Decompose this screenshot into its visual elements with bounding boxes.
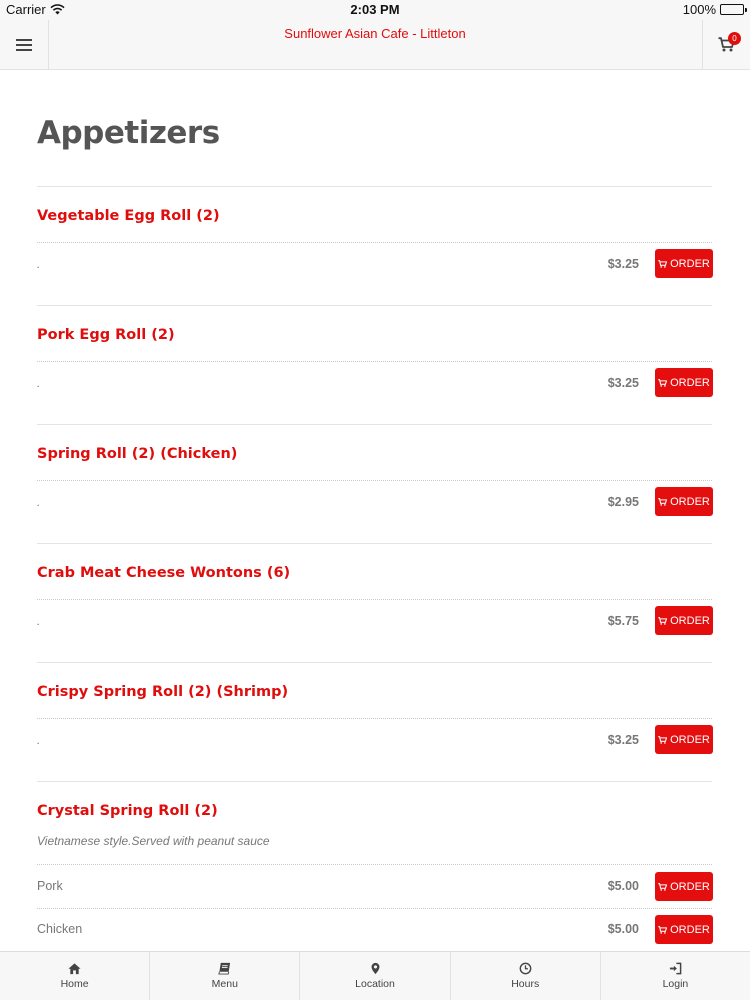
- item-name: Pork Egg Roll (2): [37, 327, 175, 343]
- nav-home-label: Home: [60, 978, 89, 990]
- cart-count-badge: 0: [728, 32, 741, 45]
- item-name: Crispy Spring Roll (2) (Shrimp): [37, 684, 289, 700]
- item-price: $3.25: [607, 257, 639, 271]
- nav-hours[interactable]: Hours: [451, 952, 601, 1000]
- nav-menu-label: Menu: [211, 978, 238, 990]
- divider: [37, 424, 712, 425]
- sign-in-icon: [669, 962, 682, 975]
- cart-button[interactable]: 0: [702, 20, 750, 69]
- home-icon: [68, 963, 81, 975]
- divider: [37, 781, 712, 782]
- order-label: ORDER: [670, 495, 710, 508]
- divider: [37, 186, 712, 187]
- item-description: .: [37, 733, 41, 747]
- option-label: Chicken: [37, 922, 83, 936]
- item-description: .: [37, 376, 41, 390]
- item-price: $2.95: [607, 495, 639, 509]
- item-description: .: [37, 257, 41, 271]
- divider: [37, 662, 712, 663]
- item-price: $3.25: [607, 376, 639, 390]
- menu-content: Appetizers Vegetable Egg Roll (2) . $3.2…: [0, 71, 750, 951]
- cart-icon: [658, 616, 668, 625]
- order-label: ORDER: [670, 257, 710, 270]
- divider: [37, 543, 712, 544]
- divider: [37, 908, 712, 909]
- item-name: Crystal Spring Roll (2): [37, 803, 218, 819]
- book-icon: [218, 962, 231, 975]
- cart-icon: [658, 925, 668, 934]
- cart-icon: [658, 259, 668, 268]
- order-button[interactable]: ORDER: [655, 487, 713, 516]
- hamburger-menu-button[interactable]: [0, 20, 49, 69]
- nav-login-label: Login: [662, 978, 689, 990]
- map-marker-icon: [371, 962, 379, 975]
- nav-login[interactable]: Login: [601, 952, 750, 1000]
- order-button[interactable]: ORDER: [655, 915, 713, 944]
- order-button[interactable]: ORDER: [655, 872, 713, 901]
- app-title: Sunflower Asian Cafe - Littleton: [284, 26, 466, 41]
- item-name: Vegetable Egg Roll (2): [37, 208, 220, 224]
- section-title: Appetizers: [37, 115, 220, 151]
- option-label: Pork: [37, 879, 63, 893]
- cart-icon: [658, 735, 668, 744]
- order-button[interactable]: ORDER: [655, 725, 713, 754]
- divider: [37, 361, 712, 362]
- item-description: .: [37, 495, 41, 509]
- divider: [37, 718, 712, 719]
- order-button[interactable]: ORDER: [655, 249, 713, 278]
- order-label: ORDER: [670, 923, 710, 936]
- order-button[interactable]: ORDER: [655, 606, 713, 635]
- clock: 2:03 PM: [350, 2, 400, 17]
- option-price: $5.00: [607, 879, 639, 893]
- order-label: ORDER: [670, 880, 710, 893]
- item-description: .: [37, 614, 41, 628]
- nav-location[interactable]: Location: [300, 952, 451, 1000]
- order-label: ORDER: [670, 614, 710, 627]
- item-name: Spring Roll (2) (Chicken): [37, 446, 238, 462]
- nav-home[interactable]: Home: [0, 952, 151, 1000]
- divider: [37, 480, 712, 481]
- divider: [37, 864, 712, 865]
- item-name: Crab Meat Cheese Wontons (6): [37, 565, 291, 581]
- hamburger-icon: [16, 36, 32, 54]
- order-label: ORDER: [670, 376, 710, 389]
- app-header: Sunflower Asian Cafe - Littleton 0: [0, 20, 750, 70]
- divider: [37, 599, 712, 600]
- option-price: $5.00: [607, 922, 639, 936]
- nav-menu[interactable]: Menu: [150, 952, 301, 1000]
- battery-percent: 100%: [682, 2, 716, 17]
- cart-icon: [658, 882, 668, 891]
- nav-location-label: Location: [355, 978, 395, 990]
- item-price: $5.75: [607, 614, 639, 628]
- divider: [37, 242, 712, 243]
- cart-icon: [658, 497, 668, 506]
- cart-icon: [658, 378, 668, 387]
- bottom-nav: Home Menu Location Hours Login: [0, 951, 750, 1000]
- battery-icon: [720, 4, 747, 15]
- divider: [37, 305, 712, 306]
- status-bar: Carrier 2:03 PM 100%: [0, 0, 750, 20]
- item-price: $3.25: [607, 733, 639, 747]
- nav-hours-label: Hours: [511, 978, 540, 990]
- order-button[interactable]: ORDER: [655, 368, 713, 397]
- clock-icon: [519, 962, 532, 975]
- order-label: ORDER: [670, 733, 710, 746]
- item-description: Vietnamese style.Served with peanut sauc…: [37, 834, 270, 848]
